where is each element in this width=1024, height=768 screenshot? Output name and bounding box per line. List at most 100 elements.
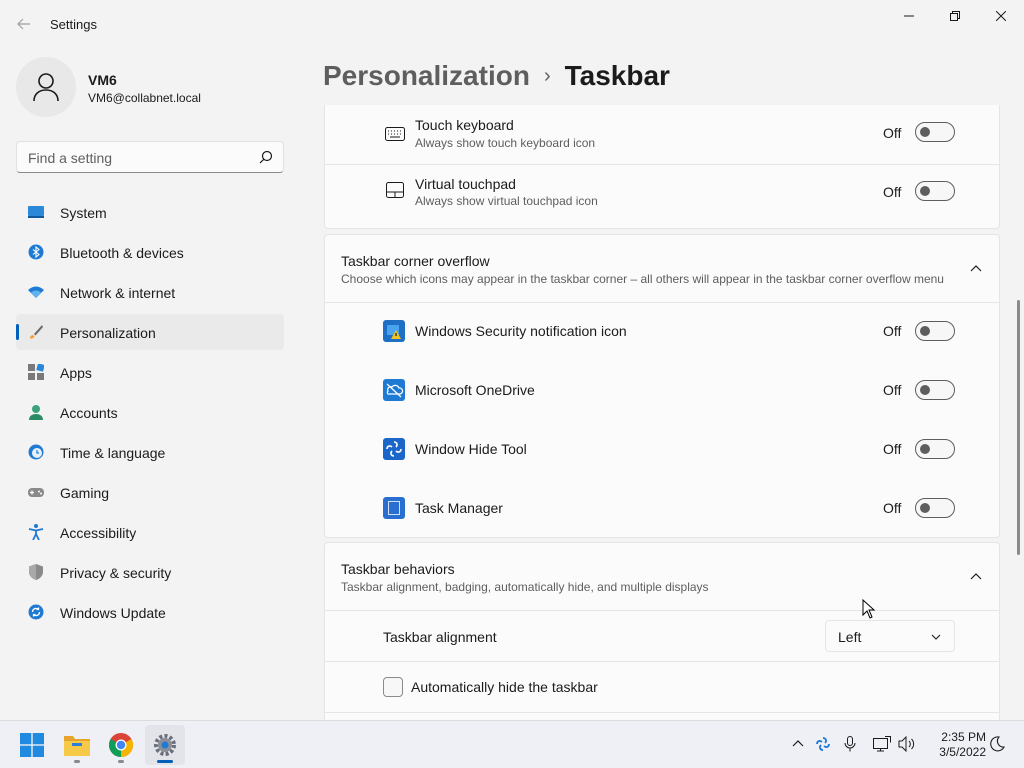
sidebar-item-personalization[interactable]: Personalization <box>16 314 284 350</box>
sidebar-item-label: Privacy & security <box>60 565 172 581</box>
search-icon[interactable] <box>259 150 273 164</box>
sidebar-item-label: Accessibility <box>60 525 137 541</box>
sidebar-item-label: Personalization <box>60 325 156 341</box>
task-manager-state: Off <box>883 500 902 516</box>
sidebar-item-label: Accounts <box>60 405 118 421</box>
start-icon <box>20 733 44 757</box>
keyboard-icon <box>385 124 405 144</box>
focus-assist-button[interactable] <box>988 735 1006 753</box>
sidebar-item-gaming[interactable]: Gaming <box>16 474 284 510</box>
sidebar-item-windows-update[interactable]: Windows Update <box>16 594 284 630</box>
sidebar-item-system[interactable]: System <box>16 194 284 230</box>
restore-button[interactable] <box>932 0 978 32</box>
minimize-button[interactable] <box>886 0 932 32</box>
touch-keyboard-title: Touch keyboard <box>415 117 514 133</box>
sidebar-item-accounts[interactable]: Accounts <box>16 394 284 430</box>
back-arrow-icon <box>17 18 30 30</box>
clock-time: 2:35 PM <box>941 730 986 744</box>
onedrive-toggle[interactable] <box>915 380 955 400</box>
settings-app-button[interactable] <box>145 725 185 765</box>
gamepad-icon <box>28 488 44 497</box>
scrollbar[interactable] <box>1017 300 1020 555</box>
minimize-icon <box>904 15 914 17</box>
windows-security-icon <box>383 320 405 342</box>
taskbar-behaviors-card: Taskbar behaviors Taskbar alignment, bad… <box>324 542 1000 720</box>
close-button[interactable] <box>978 0 1024 32</box>
corner-overflow-subtitle: Choose which icons may appear in the tas… <box>341 272 944 286</box>
sidebar-item-label: System <box>60 205 107 221</box>
taskbar-clock[interactable]: 2:35 PM 3/5/2022 <box>926 730 986 760</box>
touch-keyboard-subtitle: Always show touch keyboard icon <box>415 136 596 150</box>
window-hide-tool-row: Window Hide Tool Off <box>325 421 999 479</box>
tray-volume[interactable] <box>898 735 916 753</box>
apps-icon <box>28 364 44 380</box>
sidebar-item-accessibility[interactable]: Accessibility <box>16 514 284 550</box>
show-hidden-icons-button[interactable] <box>789 735 807 753</box>
windows-security-title: Windows Security notification icon <box>415 323 627 339</box>
onedrive-state: Off <box>883 382 902 398</box>
avatar <box>16 57 76 117</box>
autohide-checkbox[interactable] <box>383 677 403 697</box>
behaviors-header[interactable]: Taskbar behaviors Taskbar alignment, bad… <box>325 543 999 610</box>
user-email: VM6@collabnet.local <box>88 91 201 105</box>
user-name: VM6 <box>88 72 117 88</box>
breadcrumb-parent[interactable]: Personalization <box>323 60 530 92</box>
chevron-up-icon[interactable] <box>969 570 983 584</box>
mouse-cursor-icon <box>862 599 876 619</box>
windows-security-state: Off <box>883 323 902 339</box>
file-explorer-button[interactable] <box>57 725 97 765</box>
window-hide-tool-toggle[interactable] <box>915 439 955 459</box>
virtual-touchpad-row: Virtual touchpad Always show virtual tou… <box>325 165 999 224</box>
taskbar-alignment-dropdown[interactable]: Left <box>825 620 955 652</box>
task-manager-title: Task Manager <box>415 500 503 516</box>
sidebar-item-label: Gaming <box>60 485 110 501</box>
search-input[interactable]: Find a setting <box>16 141 284 173</box>
onedrive-row: Microsoft OneDrive Off <box>325 362 999 420</box>
autohide-row: Automatically hide the taskbar <box>325 662 999 712</box>
sidebar-item-privacy-security[interactable]: Privacy & security <box>16 554 284 590</box>
update-icon <box>28 604 44 620</box>
sidebar-item-label: Network & internet <box>60 285 176 301</box>
virtual-touchpad-toggle[interactable] <box>915 181 955 201</box>
touch-keyboard-toggle[interactable] <box>915 122 955 142</box>
windows-security-toggle[interactable] <box>915 321 955 341</box>
window-hide-tool-title: Window Hide Tool <box>415 441 527 457</box>
chevron-up-icon[interactable] <box>969 262 983 276</box>
taskbar: 2:35 PM 3/5/2022 <box>0 720 1024 768</box>
touch-keyboard-row: Touch keyboard Always show touch keyboar… <box>325 105 999 164</box>
corner-overflow-title: Taskbar corner overflow <box>341 253 490 269</box>
back-button[interactable] <box>10 10 38 38</box>
tray-microphone[interactable] <box>841 735 859 753</box>
tray-window-hide-tool[interactable] <box>814 735 832 753</box>
volume-icon <box>898 736 915 752</box>
sidebar-item-apps[interactable]: Apps <box>16 354 284 390</box>
file-explorer-icon <box>64 736 90 756</box>
divider <box>325 712 999 713</box>
tray-network[interactable] <box>873 735 891 753</box>
sidebar-item-label: Bluetooth & devices <box>60 245 184 261</box>
sidebar-item-time-language[interactable]: Time & language <box>16 434 284 470</box>
sidebar-nav: System Bluetooth & devices Network & int… <box>16 194 284 634</box>
autohide-label: Automatically hide the taskbar <box>411 679 598 695</box>
taskbar-alignment-value: Left <box>838 629 862 645</box>
settings-icon <box>154 734 176 756</box>
bluetooth-icon <box>28 244 44 260</box>
chevron-down-icon <box>931 634 941 640</box>
corner-overflow-header[interactable]: Taskbar corner overflow Choose which ico… <box>325 235 999 302</box>
sidebar-item-label: Windows Update <box>60 605 166 621</box>
sidebar-item-label: Apps <box>60 365 92 381</box>
window-hide-tool-icon <box>816 737 830 751</box>
system-icon <box>28 206 44 218</box>
user-profile[interactable]: VM6 VM6@collabnet.local <box>16 57 286 117</box>
sidebar-item-bluetooth[interactable]: Bluetooth & devices <box>16 234 284 270</box>
task-manager-icon <box>383 497 405 519</box>
start-button[interactable] <box>12 725 52 765</box>
task-manager-toggle[interactable] <box>915 498 955 518</box>
active-indicator <box>157 760 173 763</box>
sidebar-item-network[interactable]: Network & internet <box>16 274 284 310</box>
title-bar: Settings <box>0 0 1024 48</box>
chrome-button[interactable] <box>101 725 141 765</box>
taskbar-alignment-label: Taskbar alignment <box>383 629 497 645</box>
app-title: Settings <box>50 17 97 32</box>
behaviors-subtitle: Taskbar alignment, badging, automaticall… <box>341 580 709 594</box>
